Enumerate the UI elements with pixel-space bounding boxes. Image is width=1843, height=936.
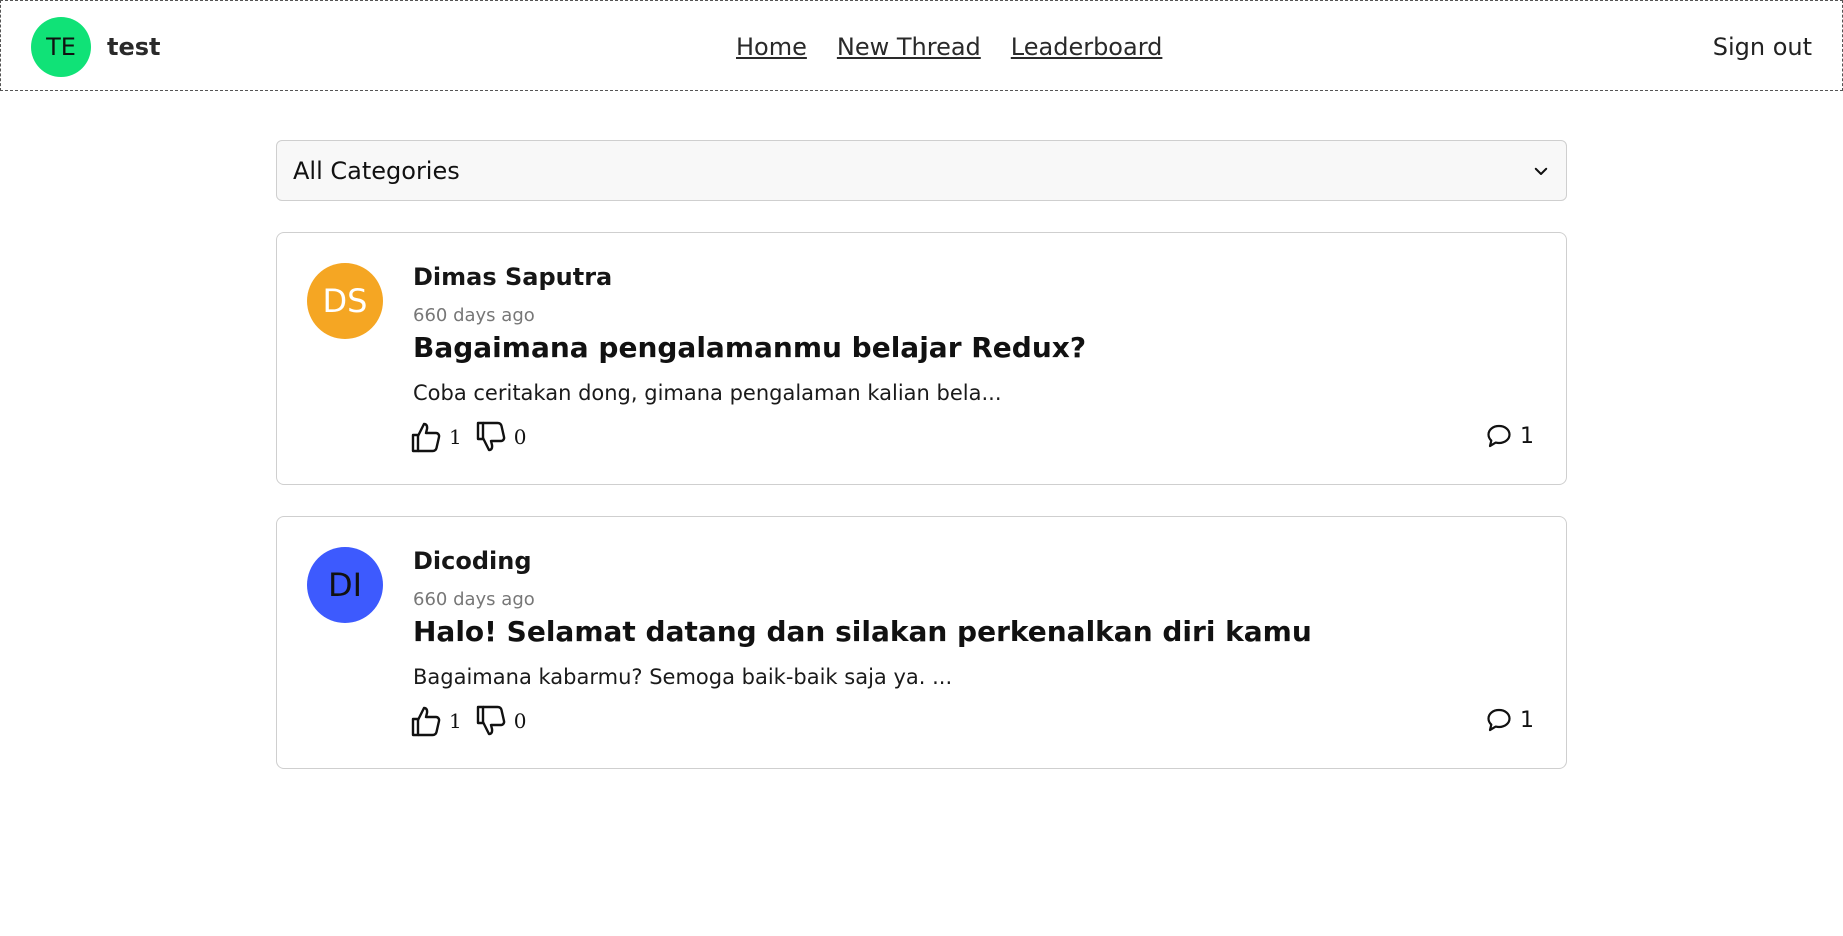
current-user: TE test [31,17,161,77]
thread-owner-avatar: DS [307,263,383,339]
thread-votes: 1 0 [411,421,540,453]
thread-body-preview: Coba ceritakan dong, gimana pengalaman k… [413,381,1002,405]
thumbs-up-icon [411,422,441,453]
user-avatar: TE [31,17,91,77]
category-filter-value: All Categories [293,156,460,185]
chevron-down-icon [1534,167,1548,175]
thread-title-link[interactable]: Bagaimana pengalamanmu belajar Redux? [413,331,1086,364]
comment-icon [1487,708,1511,732]
top-navbar: TE test Home New Thread Leaderboard Sign… [0,0,1843,91]
thumbs-down-icon [476,421,506,452]
thread-votes: 1 0 [411,705,540,737]
thread-owner-initials: DI [327,566,363,604]
thumbs-down-icon [476,705,506,736]
user-name: test [107,33,161,61]
thread-card: DS Dimas Saputra 660 days ago Bagaimana … [276,232,1567,485]
nav-link-home[interactable]: Home [736,33,807,61]
thumbs-up-icon [411,706,441,737]
thread-owner-name: Dimas Saputra [413,263,613,291]
user-avatar-initials: TE [46,33,76,61]
thread-comments-button[interactable]: 1 [1486,423,1534,449]
upvote-button[interactable]: 1 [411,421,462,453]
nav-link-new-thread[interactable]: New Thread [837,33,981,61]
main-nav: Home New Thread Leaderboard [736,1,1162,92]
thread-created-time: 660 days ago [413,589,535,610]
nav-link-leaderboard[interactable]: Leaderboard [1011,33,1163,61]
downvote-count: 0 [513,425,527,449]
comment-icon [1487,424,1511,448]
thread-card: DI Dicoding 660 days ago Halo! Selamat d… [276,516,1567,769]
upvote-count: 1 [449,709,462,733]
thread-body-preview: Bagaimana kabarmu? Semoga baik-baik saja… [413,665,953,689]
sign-out-button[interactable]: Sign out [1713,1,1812,92]
downvote-button[interactable]: 0 [476,421,527,453]
thread-owner-name: Dicoding [413,547,532,575]
downvote-count: 0 [513,709,527,733]
thread-created-time: 660 days ago [413,305,535,326]
category-filter-select[interactable]: All Categories [276,140,1567,201]
comment-count: 1 [1520,423,1534,449]
thread-title-link[interactable]: Halo! Selamat datang dan silakan perkena… [413,615,1312,648]
thread-owner-avatar: DI [307,547,383,623]
comment-count: 1 [1520,707,1534,733]
thread-owner-initials: DS [322,282,368,320]
upvote-count: 1 [449,425,462,449]
upvote-button[interactable]: 1 [411,705,462,737]
thread-comments-button[interactable]: 1 [1486,707,1534,733]
downvote-button[interactable]: 0 [476,705,527,737]
